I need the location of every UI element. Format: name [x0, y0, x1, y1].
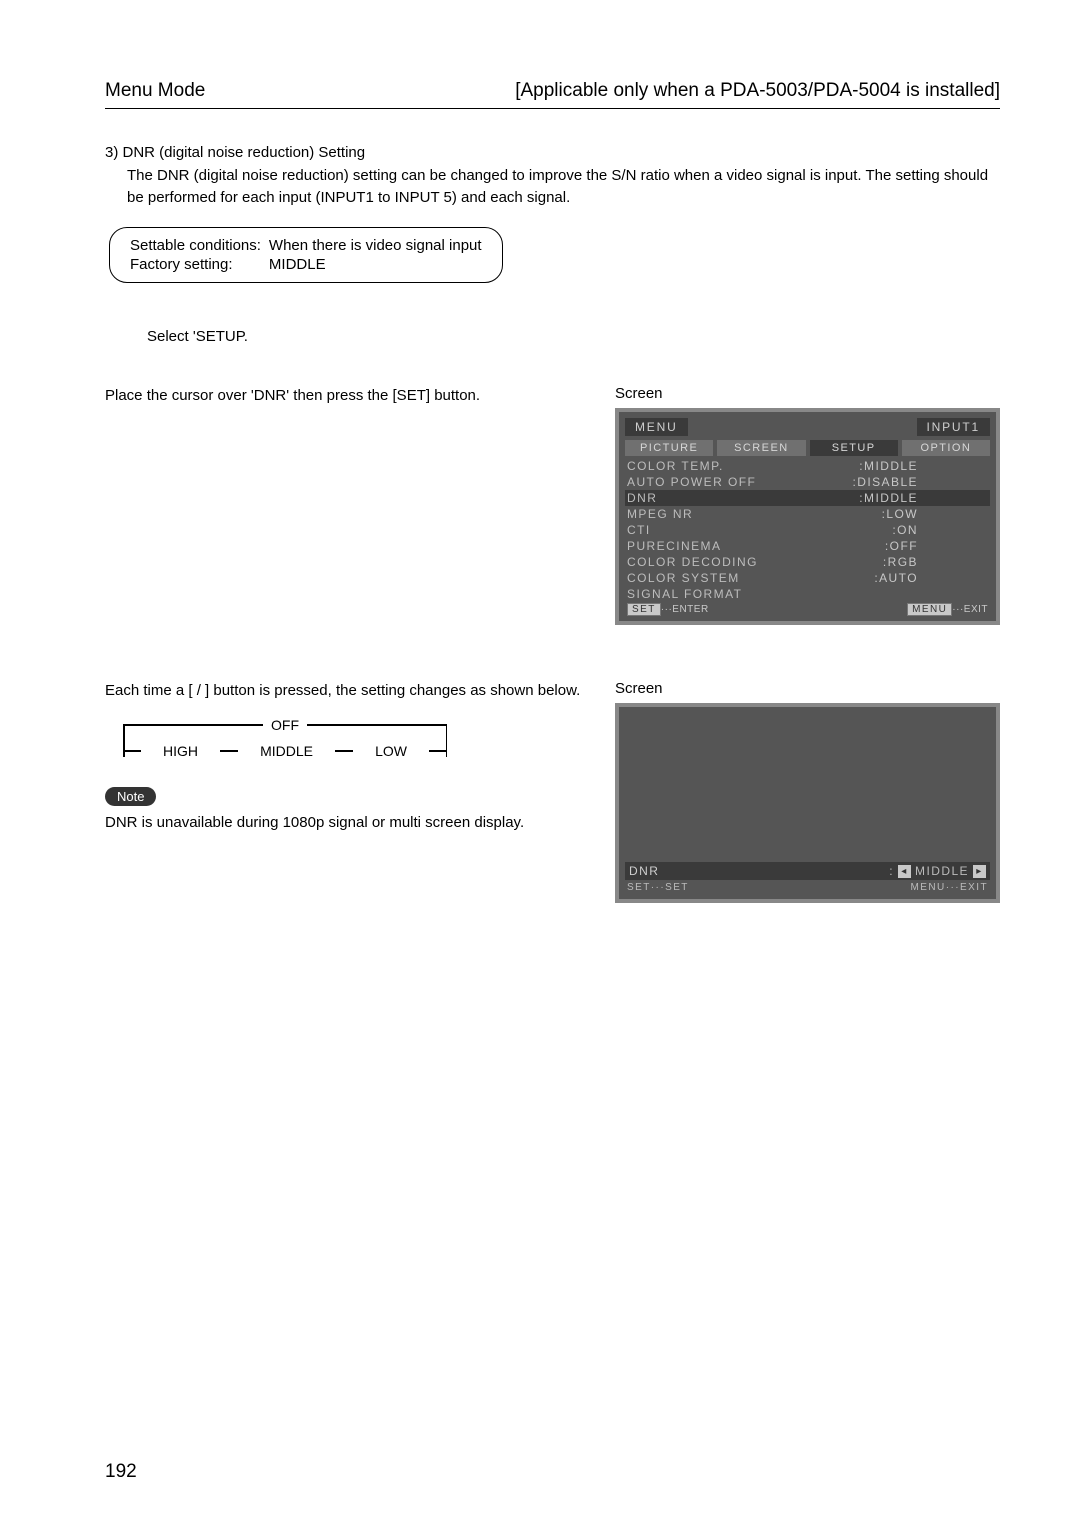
osd-setup-menu: MENU INPUT1 PICTURE SCREEN SETUP OPTION …	[615, 408, 1000, 625]
settable-conditions-label: Settable conditions:	[126, 236, 265, 255]
osd-row-cti: CTI :ON	[625, 522, 990, 538]
section-description: The DNR (digital noise reduction) settin…	[127, 165, 1000, 209]
section-title: 3) DNR (digital noise reduction) Setting	[105, 144, 1000, 161]
osd-help-set-badge: SET	[627, 603, 661, 616]
osd-value: :AUTO	[874, 571, 988, 585]
osd2-colon: :	[889, 864, 894, 878]
osd-tab-picture: PICTURE	[625, 440, 717, 456]
osd-help-enter: ···ENTER	[661, 604, 709, 615]
osd-row-purecinema: PURECINEMA :OFF	[625, 538, 990, 554]
osd-label: DNR	[627, 491, 657, 505]
cycle-diagram: OFF HIGH MIDDLE LOW	[105, 717, 465, 759]
osd-value: :RGB	[883, 555, 988, 569]
osd-label: MPEG NR	[627, 507, 693, 521]
osd-label: PURECINEMA	[627, 539, 721, 553]
osd-label: SIGNAL FORMAT	[627, 587, 742, 601]
osd-label: AUTO POWER OFF	[627, 475, 756, 489]
osd-input-badge: INPUT1	[917, 418, 990, 436]
note-text: DNR is unavailable during 1080p signal o…	[105, 812, 585, 834]
osd-row-colortemp: COLOR TEMP. :MIDDLE	[625, 458, 990, 474]
osd2-help-exit: ···EXIT	[946, 882, 988, 893]
osd-help-exit: ···EXIT	[952, 604, 988, 615]
osd-value: :MIDDLE	[859, 459, 988, 473]
cycle-middle: MIDDLE	[252, 743, 321, 759]
osd2-help-menu-badge: MENU	[910, 882, 945, 893]
osd-value: :ON	[892, 523, 988, 537]
note-pill: Note	[105, 787, 156, 806]
step-select-setup: Select 'SETUP.	[147, 326, 1000, 348]
header-right: [Applicable only when a PDA-5003/PDA-500…	[515, 80, 1000, 102]
cycle-high: HIGH	[155, 743, 206, 759]
step-cycle-text: Each time a [ / ] button is pressed, the…	[105, 680, 585, 702]
settings-box: Settable conditions: When there is video…	[109, 227, 503, 283]
settable-conditions-value: When there is video signal input	[265, 236, 486, 255]
arrow-right-icon: ▸	[973, 865, 986, 878]
screen-label-1: Screen	[615, 385, 1000, 402]
osd-menu-badge: MENU	[625, 418, 688, 436]
osd-tab-option: OPTION	[902, 440, 990, 456]
osd-row-dnr: DNR :MIDDLE	[625, 490, 990, 506]
osd-label: COLOR DECODING	[627, 555, 758, 569]
osd-value	[918, 587, 988, 601]
osd-value: :MIDDLE	[859, 491, 988, 505]
osd-value: :DISABLE	[852, 475, 988, 489]
page-number: 192	[105, 1461, 137, 1483]
header-left: Menu Mode	[105, 80, 205, 102]
osd-tab-setup: SETUP	[810, 440, 902, 456]
arrow-left-icon: ◂	[898, 865, 911, 878]
osd-dnr-detail: DNR : ◂ MIDDLE ▸ SET···SET MENU···EXIT	[615, 703, 1000, 903]
osd2-value: MIDDLE	[915, 864, 969, 878]
cycle-low: LOW	[367, 743, 415, 759]
osd-help-menu-badge: MENU	[907, 603, 952, 616]
osd-row-colorsystem: COLOR SYSTEM :AUTO	[625, 570, 990, 586]
osd2-dnr-label: DNR	[629, 864, 659, 878]
osd-label: CTI	[627, 523, 651, 537]
cycle-off: OFF	[263, 717, 307, 733]
osd-row-colordecoding: COLOR DECODING :RGB	[625, 554, 990, 570]
osd-label: COLOR SYSTEM	[627, 571, 740, 585]
step-place-cursor: Place the cursor over 'DNR' then press t…	[105, 387, 480, 404]
osd-row-signalformat: SIGNAL FORMAT	[625, 586, 990, 602]
screen-label-2: Screen	[615, 680, 1000, 697]
osd2-help-set-badge: SET	[627, 882, 651, 893]
factory-setting-label: Factory setting:	[126, 255, 265, 274]
osd-tab-screen: SCREEN	[717, 440, 809, 456]
osd-row-mpegnr: MPEG NR :LOW	[625, 506, 990, 522]
osd2-help-set: ···SET	[651, 882, 689, 893]
factory-setting-value: MIDDLE	[265, 255, 486, 274]
osd-label: COLOR TEMP.	[627, 459, 724, 473]
osd-row-autopoweroff: AUTO POWER OFF :DISABLE	[625, 474, 990, 490]
osd-value: :LOW	[882, 507, 988, 521]
osd-value: :OFF	[885, 539, 988, 553]
osd-tabs: PICTURE SCREEN SETUP OPTION	[625, 440, 990, 456]
